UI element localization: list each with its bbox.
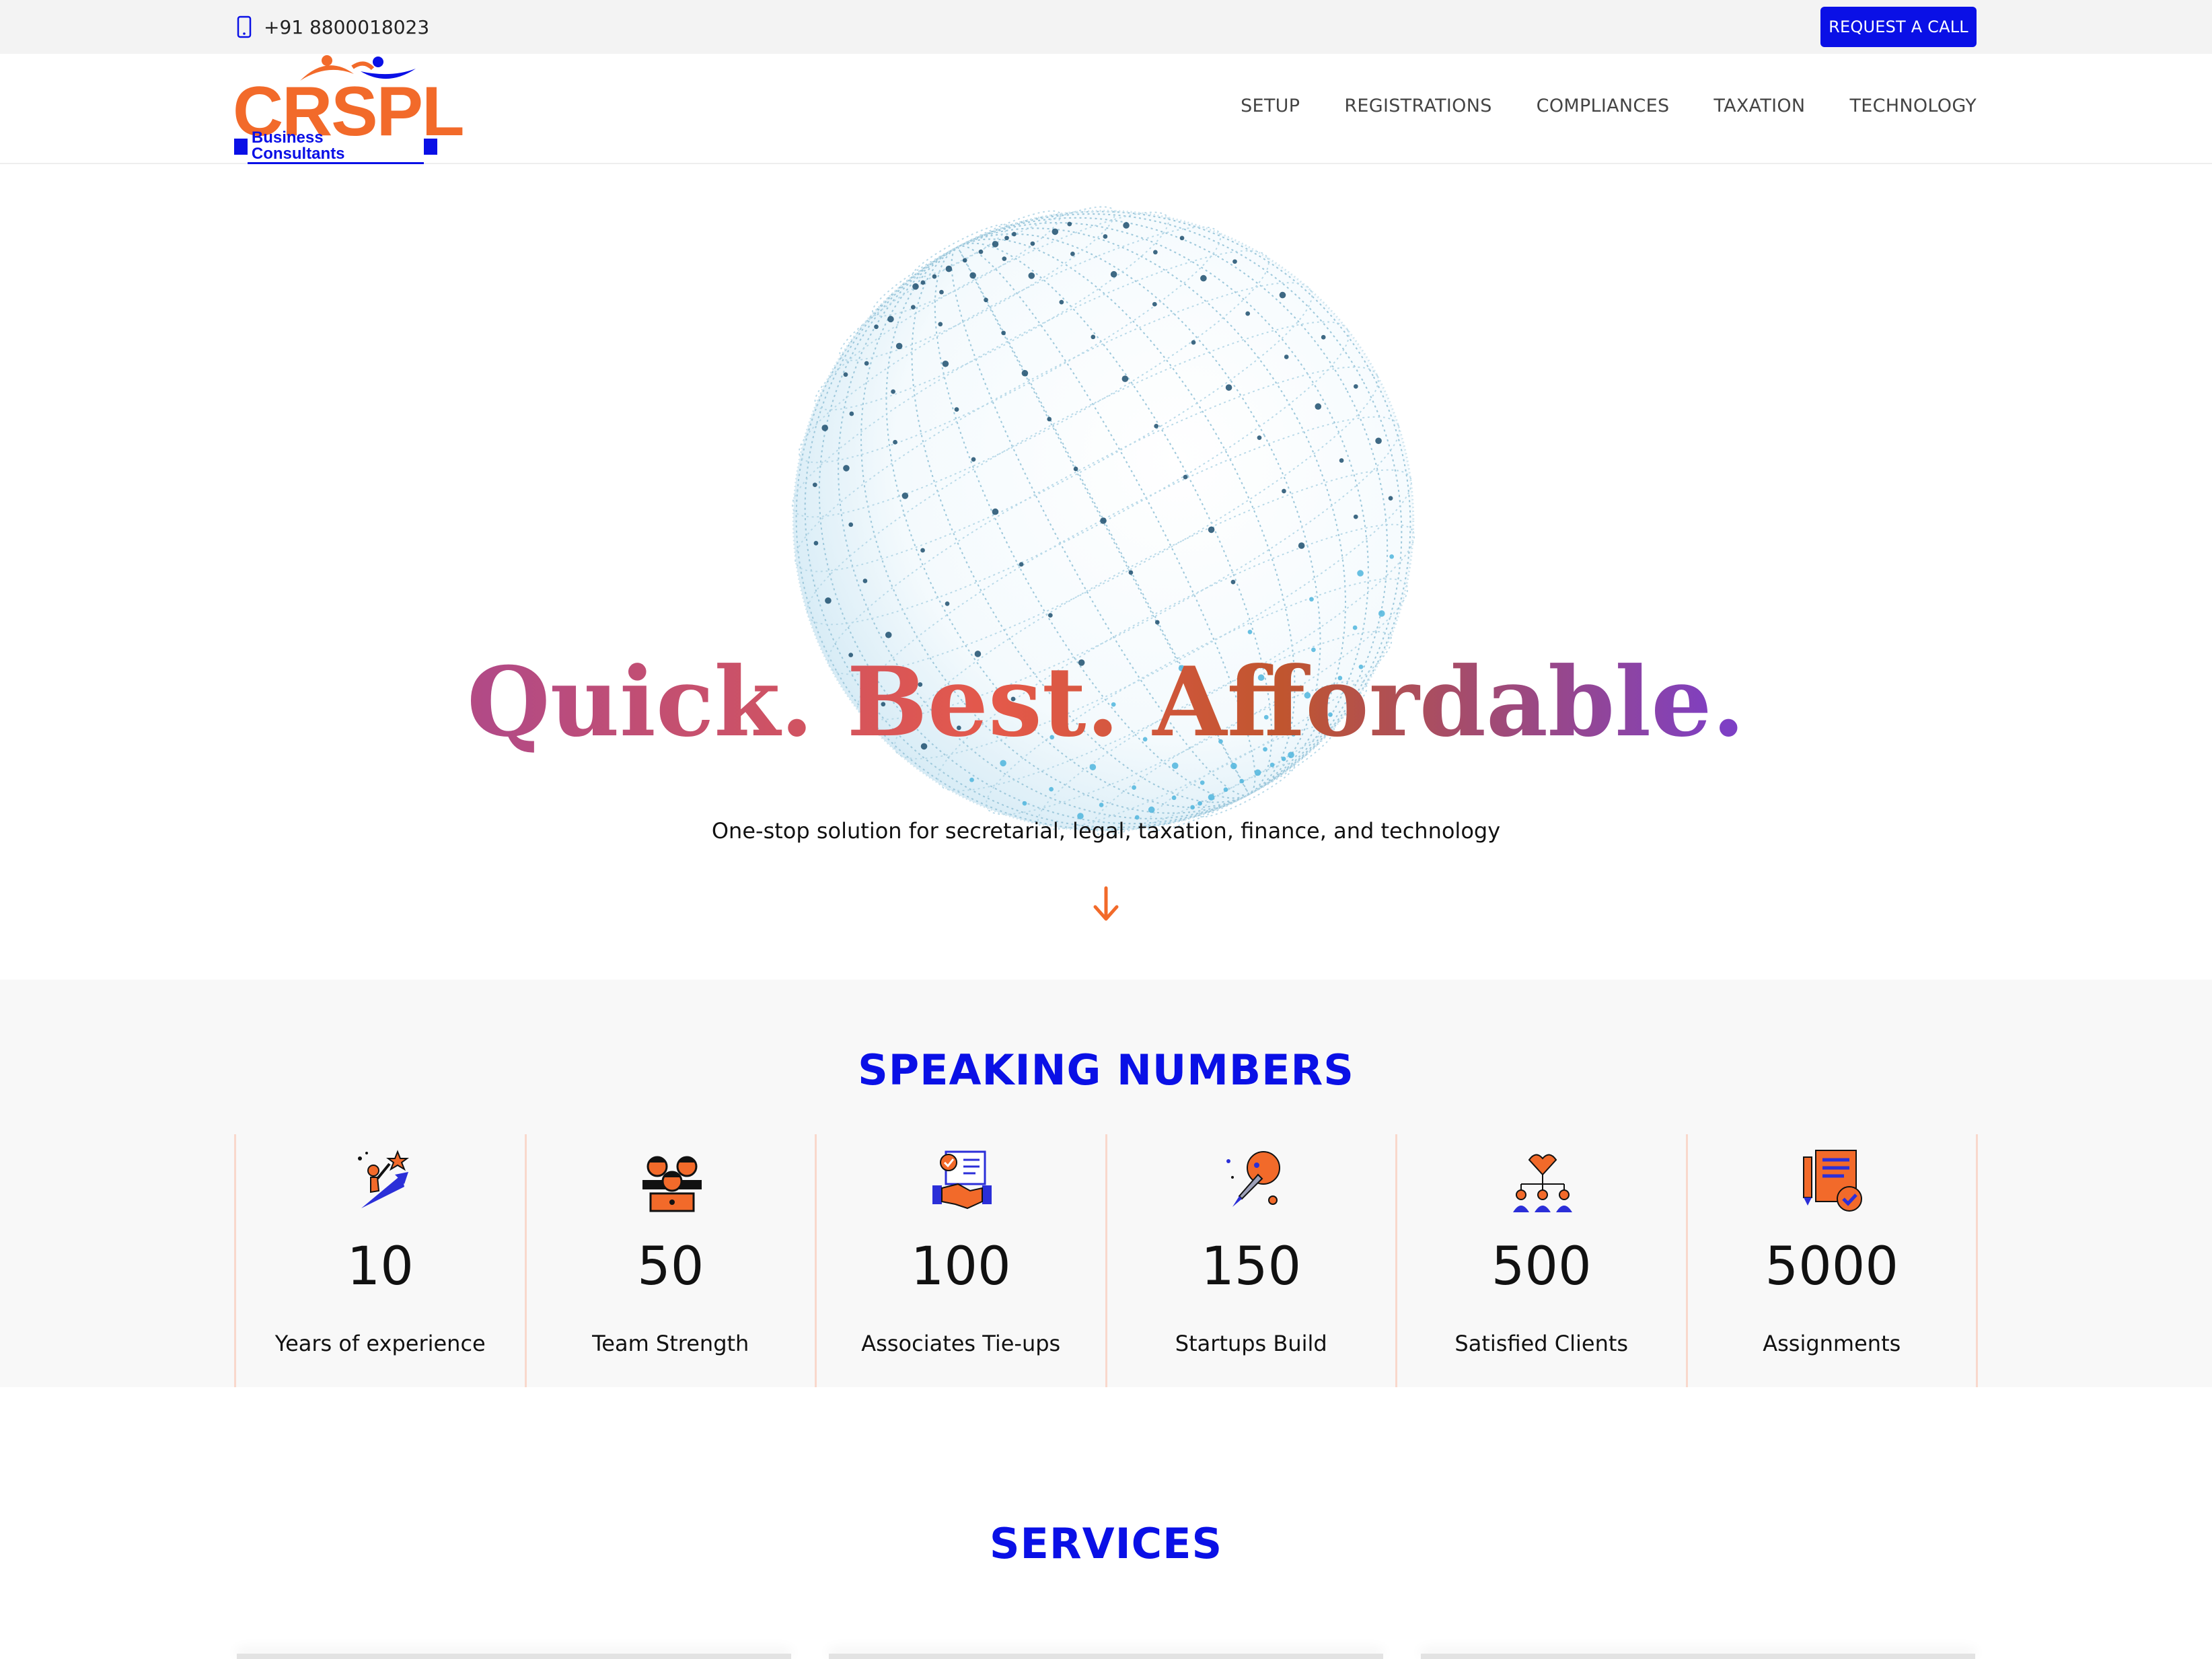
speaking-numbers-title: SPEAKING NUMBERS <box>858 1045 1354 1095</box>
stat-card: 150 Startups Build <box>1105 1134 1396 1387</box>
hero-subtitle: One-stop solution for secretarial, legal… <box>711 818 1501 844</box>
top-bar: +91 8800018023 REQUEST A CALL <box>0 0 2212 54</box>
stat-label: Satisfied Clients <box>1454 1331 1629 1356</box>
nav-taxation[interactable]: TAXATION <box>1713 96 1805 116</box>
nav-setup[interactable]: SETUP <box>1241 96 1300 116</box>
request-call-button[interactable]: REQUEST A CALL <box>1820 7 1977 47</box>
service-card[interactable] <box>829 1654 1383 1659</box>
nav-compliances[interactable]: COMPLIANCES <box>1537 96 1670 116</box>
stat-card: 10 Years of experience <box>234 1134 525 1387</box>
logo-bar-left <box>234 139 248 155</box>
logo-bar-right <box>424 139 437 155</box>
team-icon <box>642 1156 702 1212</box>
logo-subtitle: Business Consultants <box>234 129 437 164</box>
mobile-phone-icon <box>237 15 252 38</box>
clients-network-icon <box>1513 1154 1572 1212</box>
phone-number[interactable]: +91 8800018023 <box>264 16 429 38</box>
stat-card: 50 Team Strength <box>524 1134 815 1387</box>
stat-value: 100 <box>910 1237 1011 1297</box>
site-header: CRSPL Business Consultants SETUP REGISTR… <box>0 54 2212 164</box>
stat-value: 500 <box>1491 1237 1592 1297</box>
stat-label: Assignments <box>1763 1331 1901 1356</box>
services-section: SERVICES <box>0 1387 2212 1659</box>
stat-card: 100 Associates Tie-ups <box>815 1134 1105 1387</box>
tagline-word-affordable: Affordable. <box>1152 647 1745 758</box>
stat-card: 5000 Assignments <box>1685 1134 1978 1387</box>
stat-value: 5000 <box>1765 1237 1898 1297</box>
nav-technology[interactable]: TECHNOLOGY <box>1849 96 1977 116</box>
climber-icon <box>358 1150 409 1208</box>
phone-contact[interactable]: +91 8800018023 <box>237 0 429 54</box>
nav-registrations[interactable]: REGISTRATIONS <box>1344 96 1491 116</box>
stat-value: 150 <box>1201 1237 1302 1297</box>
tagline-word-best: Best. <box>846 647 1119 758</box>
assignment-check-icon <box>1802 1150 1862 1212</box>
main-nav: SETUP REGISTRATIONS COMPLIANCES TAXATION… <box>1241 54 1977 157</box>
stat-label: Years of experience <box>274 1331 486 1356</box>
hero-tagline: Quick. Best. Affordable. <box>0 649 2212 756</box>
tagline-word-quick: Quick. <box>467 647 814 758</box>
stat-value: 10 <box>346 1237 414 1297</box>
service-card[interactable] <box>1421 1654 1975 1659</box>
stat-label: Startups Build <box>1175 1331 1327 1356</box>
stat-label: Associates Tie-ups <box>861 1331 1061 1356</box>
hero-section: Quick. Best. Affordable. One-stop soluti… <box>0 164 2212 980</box>
scroll-down-arrow-icon[interactable] <box>1090 884 1122 924</box>
stats-row: 10 Years of experience 50 Team Strength <box>234 1134 1978 1387</box>
speaking-numbers-section: SPEAKING NUMBERS 10 Years of experience <box>0 980 2212 1387</box>
rocket-icon <box>1226 1151 1280 1207</box>
service-card[interactable] <box>237 1654 791 1659</box>
crspl-logo[interactable]: CRSPL Business Consultants <box>233 54 464 164</box>
stat-label: Team Strength <box>592 1331 749 1356</box>
services-title: SERVICES <box>989 1519 1223 1568</box>
stat-value: 50 <box>637 1237 704 1297</box>
handshake-document-icon <box>932 1150 992 1210</box>
stat-card: 500 Satisfied Clients <box>1395 1134 1686 1387</box>
logo-subtitle-text: Business Consultants <box>247 129 425 164</box>
